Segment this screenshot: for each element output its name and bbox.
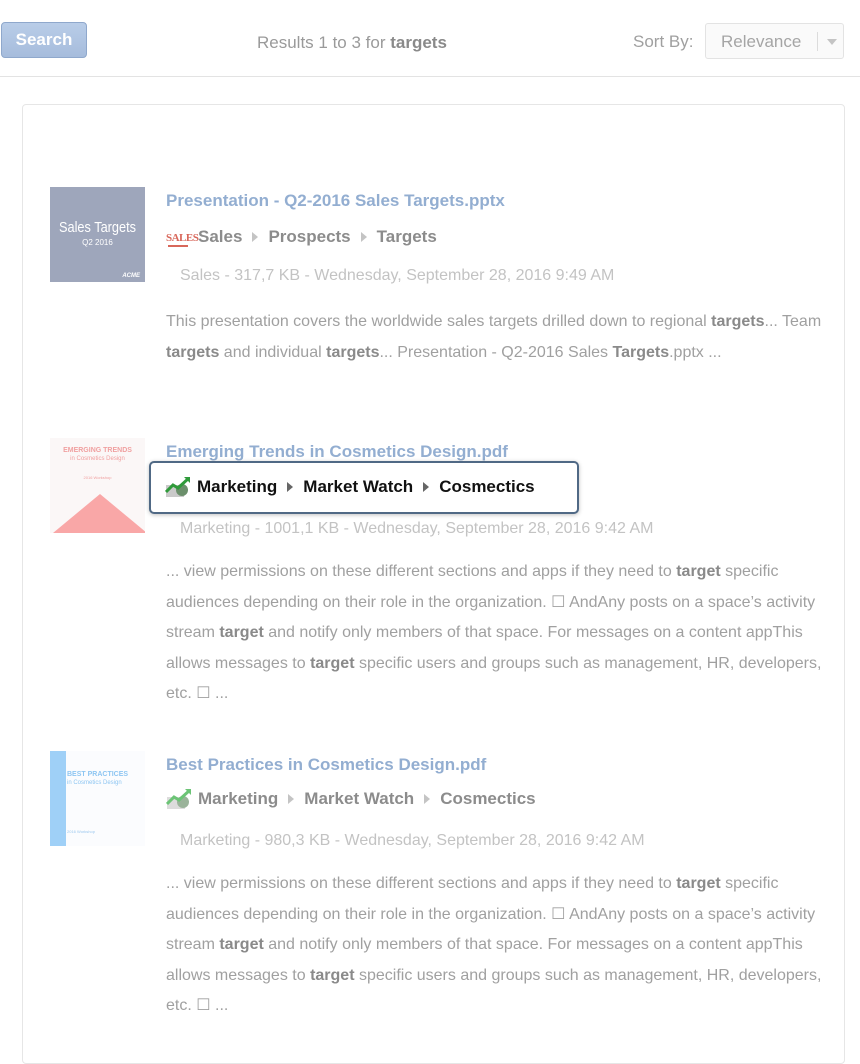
breadcrumb: Marketing Market Watch Cosmectics [164, 473, 535, 501]
thumbnail-subtitle: in Cosmetics Design [67, 780, 122, 786]
snippet-highlight: targets [166, 344, 220, 361]
chevron-right-icon [360, 232, 367, 242]
breadcrumb-item[interactable]: Cosmectics [440, 789, 535, 809]
breadcrumb: SALES Sales Prospects Targets [166, 223, 437, 251]
result-meta: Sales - 317,7 KB - Wednesday, September … [180, 267, 615, 284]
chevron-right-icon [423, 482, 430, 492]
marketing-chart-icon [165, 788, 192, 810]
snippet-highlight: target [310, 654, 355, 672]
breadcrumb-item[interactable]: Targets [377, 227, 437, 247]
sort-by-label: Sort By: [633, 32, 694, 51]
sort-by-select[interactable]: Relevance [705, 23, 844, 59]
sort-by-value: Relevance [721, 32, 802, 51]
chevron-right-icon [288, 794, 295, 804]
chevron-right-icon [252, 232, 259, 242]
result-title-link[interactable]: Emerging Trends in Cosmetics Design.pdf [166, 442, 508, 462]
results-prefix: Results 1 to 3 for [257, 33, 391, 52]
snippet-highlight: target [676, 563, 721, 580]
chevron-right-icon [424, 794, 431, 804]
breadcrumb-item[interactable]: Marketing [197, 477, 277, 497]
result-item: BEST PRACTICES in Cosmetics Design 2016 … [50, 751, 840, 1031]
chevron-right-icon [287, 482, 294, 492]
search-button[interactable]: Search [1, 22, 87, 58]
snippet-text: ... view permissions on these different … [166, 875, 677, 892]
result-item: Sales Targets Q2 2016 ACME Presentation … [50, 187, 840, 407]
result-thumbnail[interactable]: BEST PRACTICES in Cosmetics Design 2016 … [50, 751, 145, 846]
snippet-text: ... Team [764, 313, 822, 330]
snippet-text: and individual [219, 344, 327, 361]
sales-icon: SALES [166, 226, 199, 248]
snippet-highlight: targets [711, 313, 765, 330]
thumbnail-subtitle: in Cosmetics Design [70, 456, 125, 462]
thumbnail-title: Sales Targets [58, 219, 137, 236]
breadcrumb-item[interactable]: Cosmectics [439, 477, 534, 497]
thumbnail-title: EMERGING TRENDS [63, 447, 132, 454]
results-summary: Results 1 to 3 for targets [257, 33, 447, 53]
breadcrumb-item[interactable]: Market Watch [304, 789, 414, 809]
snippet-text: ... view permissions on these different … [166, 563, 677, 580]
snippet-highlight: target [219, 936, 264, 953]
thumbnail-bar [50, 751, 66, 846]
select-divider [817, 32, 818, 51]
thumbnail-title: BEST PRACTICES [67, 771, 129, 778]
snippet-highlight: target [219, 624, 264, 641]
breadcrumb-item[interactable]: Marketing [198, 789, 278, 809]
result-thumbnail[interactable]: Sales Targets Q2 2016 ACME [50, 187, 145, 282]
triangle-graphic [53, 494, 145, 533]
snippet-highlight: Targets [612, 344, 670, 361]
result-title-link[interactable]: Best Practices in Cosmetics Design.pdf [166, 755, 486, 775]
result-snippet: ... view permissions on these different … [166, 557, 826, 710]
result-meta: Marketing - 1001,1 KB - Wednesday, Septe… [180, 520, 654, 537]
breadcrumb-item[interactable]: Prospects [268, 227, 350, 247]
result-thumbnail[interactable]: EMERGING TRENDS in Cosmetics Design 2016… [50, 438, 145, 533]
breadcrumb-item[interactable]: Market Watch [303, 477, 413, 497]
result-snippet: This presentation covers the worldwide s… [166, 306, 826, 368]
chevron-down-icon [827, 39, 837, 45]
breadcrumb-item[interactable]: Sales [198, 227, 242, 247]
thumbnail-caption: 2016 Workshop [67, 829, 95, 834]
thumbnail-subtitle: Q2 2016 [82, 238, 113, 247]
thumbnail-caption: 2016 Workshop [83, 475, 112, 480]
snippet-text: ... Presentation - Q2-2016 Sales [379, 344, 613, 361]
snippet-highlight: target [676, 875, 721, 892]
breadcrumb-highlight[interactable]: Marketing Market Watch Cosmectics [149, 461, 579, 514]
snippet-text: This presentation covers the worldwide s… [166, 313, 712, 330]
marketing-chart-icon [164, 476, 191, 498]
result-meta: Marketing - 980,3 KB - Wednesday, Septem… [180, 832, 645, 849]
snippet-text: .pptx ... [669, 344, 722, 361]
results-query: targets [390, 33, 447, 52]
snippet-highlight: target [310, 966, 355, 984]
search-toolbar: Search Results 1 to 3 for targets Sort B… [0, 0, 860, 77]
snippet-highlight: targets [326, 344, 380, 361]
thumbnail-logo: ACME [122, 273, 140, 279]
result-title-link[interactable]: Presentation - Q2-2016 Sales Targets.ppt… [166, 191, 505, 211]
breadcrumb: Marketing Market Watch Cosmectics [165, 785, 536, 813]
result-snippet: ... view permissions on these different … [166, 869, 826, 1022]
